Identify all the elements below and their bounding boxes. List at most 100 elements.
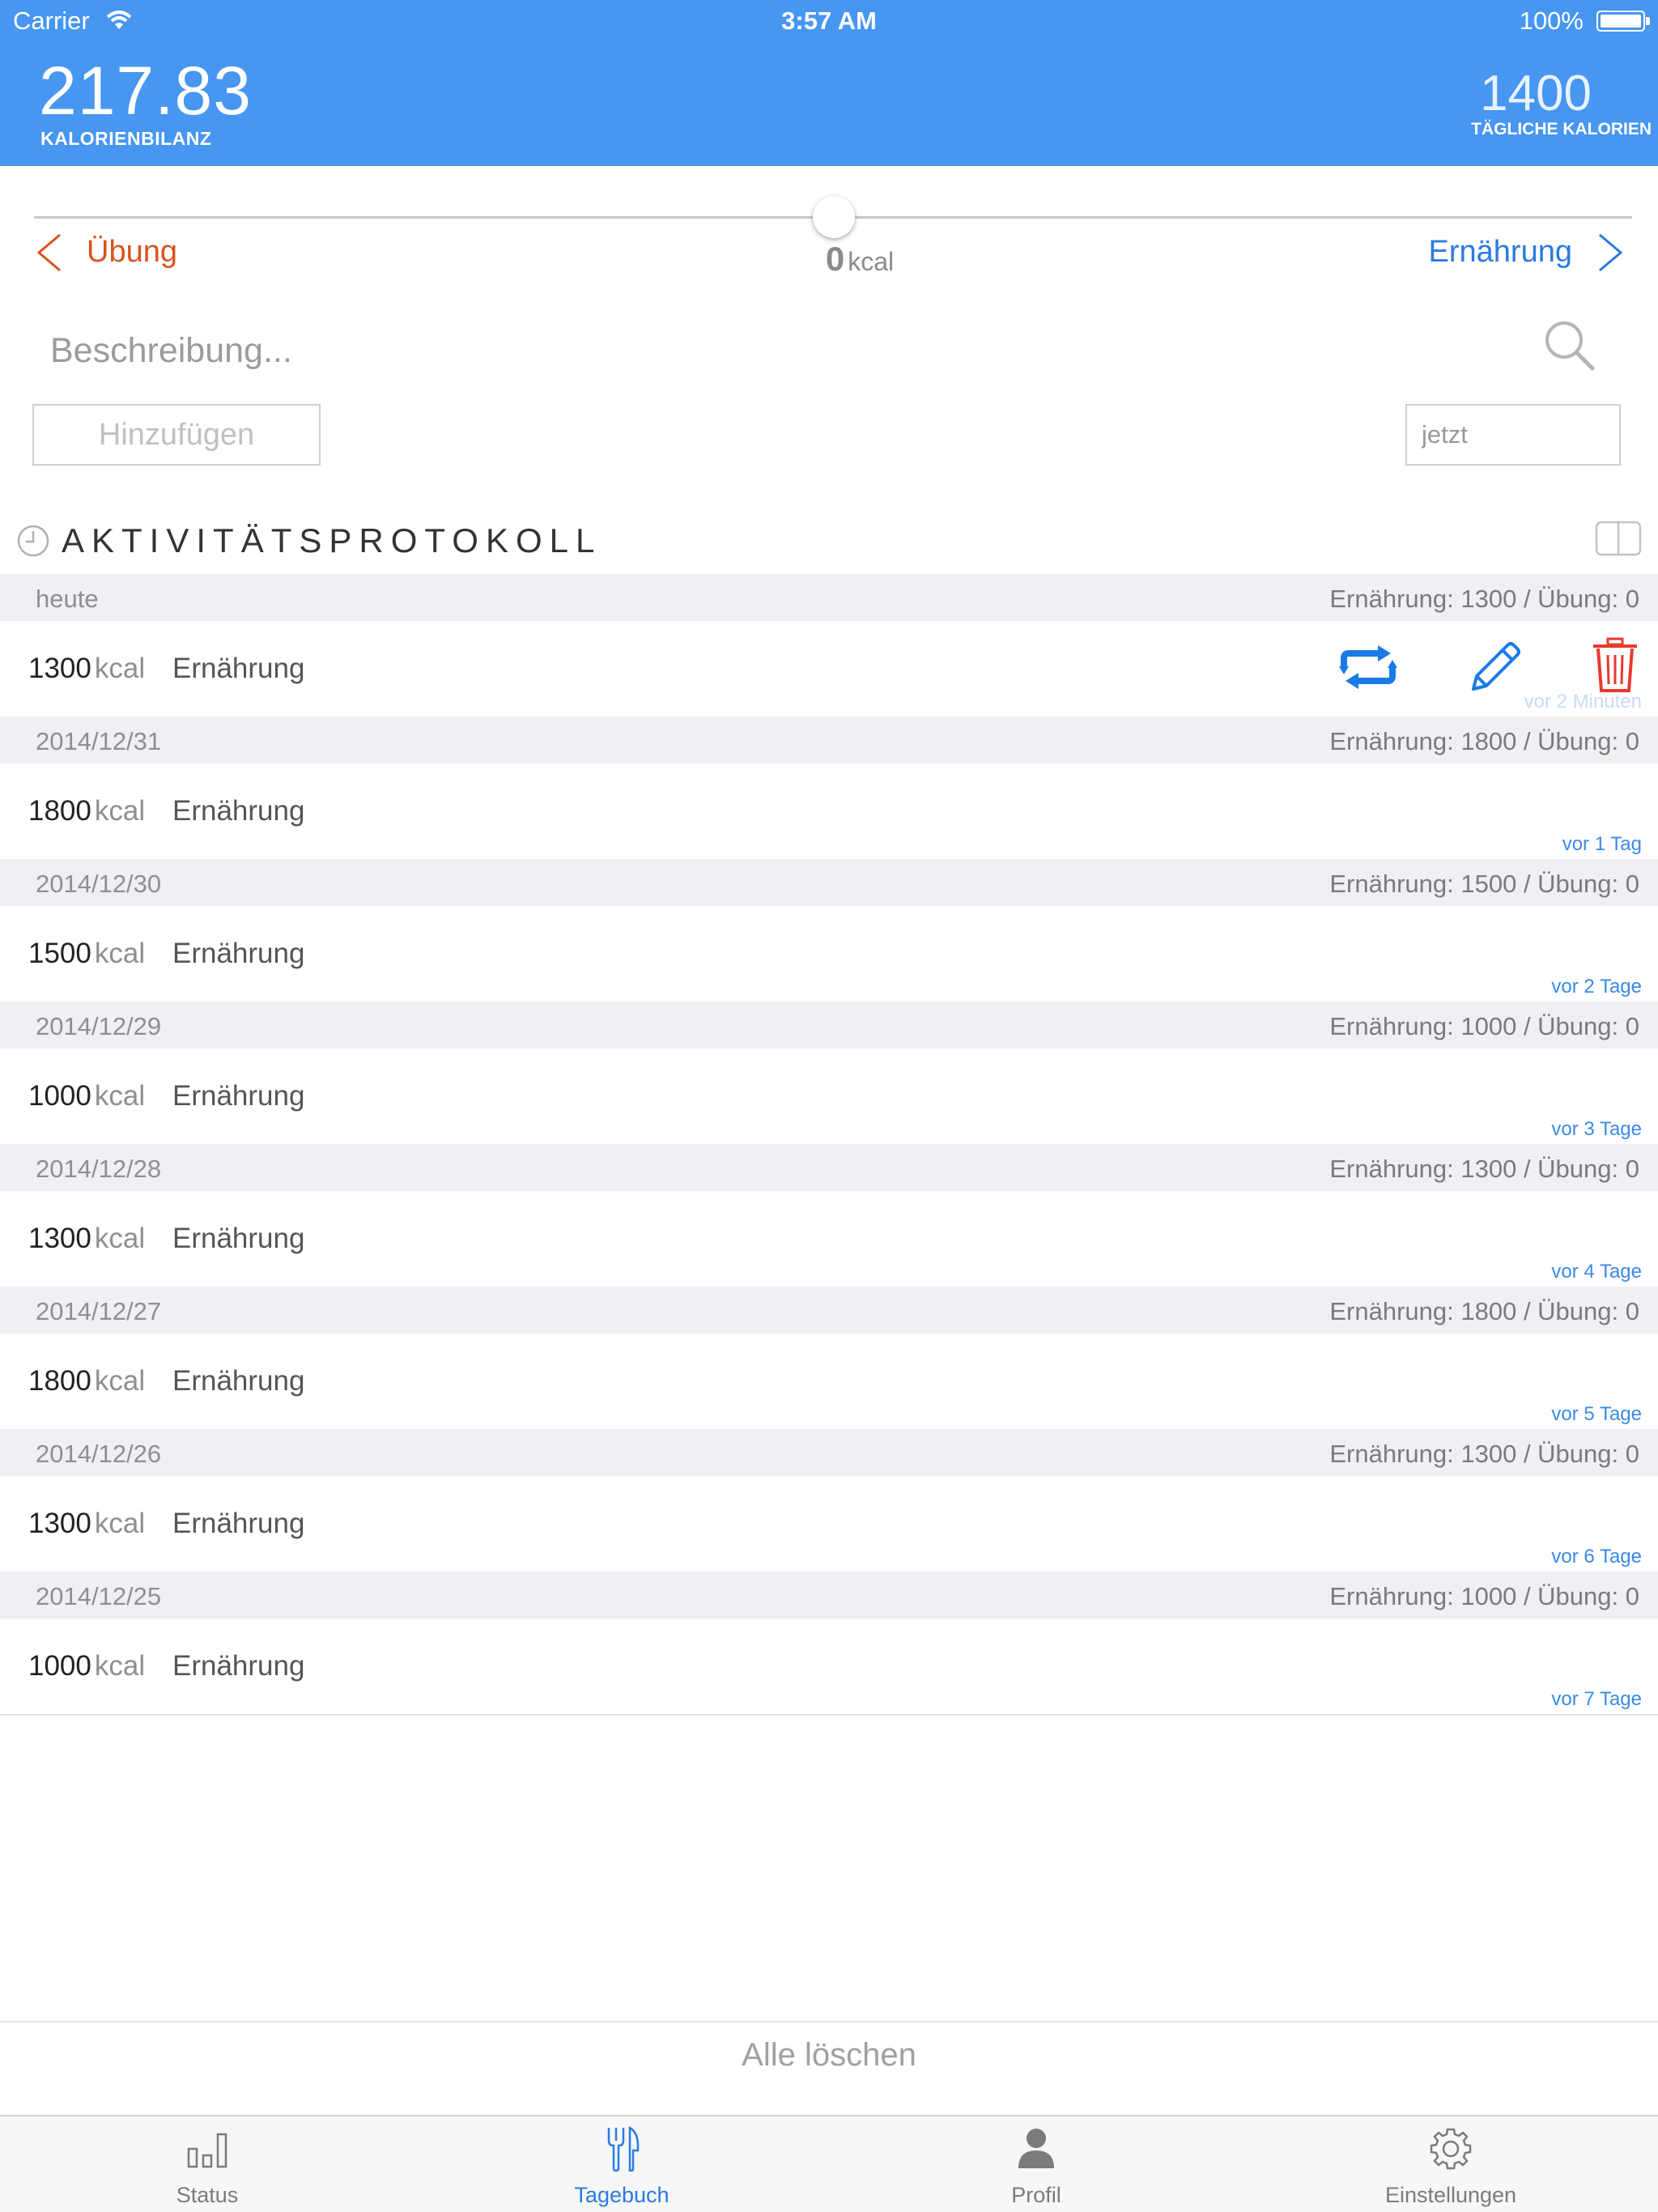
entry-kcal-value: 1800 <box>28 795 91 827</box>
entry-type: Ernährung <box>172 653 305 684</box>
day-summary: Ernährung: 1300 / Übung: 0 <box>1329 1440 1639 1468</box>
entry-kcal-unit: kcal <box>94 1080 146 1112</box>
person-icon <box>829 2126 1244 2173</box>
kcal-unit: kcal <box>848 247 895 276</box>
daily-calories-value[interactable]: 1400 <box>1480 65 1592 122</box>
day-summary: Ernährung: 1000 / Übung: 0 <box>1329 1012 1639 1040</box>
entry-kcal-unit: kcal <box>94 1365 146 1397</box>
entry-kcal-value: 1000 <box>28 1080 91 1112</box>
entry-kcal: 1300 kcal <box>28 1223 145 1255</box>
tab-bar: Status Tagebuch Profil Einstellungen <box>0 2115 1658 2212</box>
tab-label: Profil <box>1011 2183 1061 2207</box>
entry-kcal: 1800 kcal <box>28 795 145 827</box>
log-entry-row[interactable]: 1000 kcal Ernährung vor 3 Tage <box>0 1049 1658 1144</box>
activity-list: heute Ernährung: 1300 / Übung: 0 1300 kca… <box>0 574 1658 1716</box>
battery-icon <box>1596 11 1645 32</box>
entry-kcal: 1500 kcal <box>28 938 145 970</box>
log-entry-row[interactable]: 1300 kcal Ernährung vor 2 Minuten <box>0 621 1658 717</box>
kcal-slider-thumb[interactable] <box>813 196 855 238</box>
entry-kcal-value: 1300 <box>28 653 91 684</box>
day-date: 2014/12/25 <box>36 1582 162 1610</box>
entry-time-ago: vor 1 Tag <box>1562 833 1642 855</box>
day-date: 2014/12/29 <box>36 1012 162 1040</box>
tab-diary[interactable]: Tagebuch <box>414 2116 829 2212</box>
entry-type: Ernährung <box>172 938 305 969</box>
tab-status[interactable]: Status <box>0 2116 414 2212</box>
entry-kcal-unit: kcal <box>94 1223 146 1254</box>
entry-kcal-value: 1500 <box>28 938 91 969</box>
calorie-balance-value: 217.83 <box>39 53 252 129</box>
day-header: 2014/12/29 Ernährung: 1000 / Übung: 0 <box>0 1002 1658 1049</box>
entry-kcal-unit: kcal <box>94 1508 146 1539</box>
entry-type: Ernährung <box>172 1650 305 1682</box>
clock-icon <box>16 524 50 562</box>
log-entry-row[interactable]: 1800 kcal Ernährung vor 5 Tage <box>0 1334 1658 1429</box>
tab-settings[interactable]: Einstellungen <box>1244 2116 1658 2212</box>
day-summary: Ernährung: 1300 / Übung: 0 <box>1329 1155 1639 1183</box>
entry-time-ago: vor 2 Tage <box>1551 976 1642 998</box>
day-summary: Ernährung: 1800 / Übung: 0 <box>1329 727 1639 755</box>
activity-log-title: AKTIVITÄTSPROTOKOLL <box>62 521 602 559</box>
tab-label: Einstellungen <box>1384 2183 1517 2207</box>
chevron-right-icon[interactable] <box>1595 232 1627 278</box>
entry-type: Ernährung <box>172 1508 305 1539</box>
bar-chart-icon <box>0 2126 414 2173</box>
nutrition-mode-button[interactable]: Ernährung <box>1429 235 1572 270</box>
day-header: 2014/12/28 Ernährung: 1300 / Übung: 0 <box>0 1144 1658 1191</box>
search-icon[interactable] <box>1543 319 1596 376</box>
tab-profile[interactable]: Profil <box>829 2116 1244 2212</box>
day-date: 2014/12/28 <box>36 1155 162 1183</box>
entry-time-ago: vor 3 Tage <box>1551 1118 1642 1140</box>
day-date: 2014/12/31 <box>36 727 162 755</box>
day-date: 2014/12/27 <box>36 1297 162 1325</box>
delete-trash-icon[interactable] <box>1592 637 1639 698</box>
log-entry-row[interactable]: 1300 kcal Ernährung vor 4 Tage <box>0 1191 1658 1287</box>
time-input[interactable] <box>1405 404 1621 466</box>
tab-label: Status <box>176 2183 239 2207</box>
day-header: 2014/12/26 Ernährung: 1300 / Übung: 0 <box>0 1429 1658 1476</box>
day-date: 2014/12/26 <box>36 1440 162 1468</box>
divider <box>0 2021 1658 2023</box>
entry-kcal-unit: kcal <box>94 1650 146 1682</box>
entry-time-ago: vor 7 Tage <box>1551 1688 1642 1710</box>
gear-icon <box>1244 2126 1658 2173</box>
log-entry-row[interactable]: 1000 kcal Ernährung vor 7 Tage <box>0 1619 1658 1714</box>
entry-time-ago: vor 5 Tage <box>1551 1403 1642 1425</box>
entry-kcal: 1000 kcal <box>28 1080 145 1112</box>
log-entry-row[interactable]: 1500 kcal Ernährung vor 2 Tage <box>0 906 1658 1002</box>
repeat-icon[interactable] <box>1339 645 1397 693</box>
entry-time-ago: vor 2 Minuten <box>1524 691 1642 713</box>
entry-kcal: 1000 kcal <box>28 1650 145 1682</box>
status-time: 3:57 AM <box>781 6 877 35</box>
split-view-icon[interactable] <box>1595 521 1642 560</box>
entry-kcal-value: 1800 <box>28 1365 91 1397</box>
log-entry-row[interactable]: 1300 kcal Ernährung vor 6 Tage <box>0 1476 1658 1572</box>
day-summary: Ernährung: 1000 / Übung: 0 <box>1329 1582 1639 1610</box>
description-input[interactable] <box>49 317 1509 384</box>
clear-all-button[interactable]: Alle löschen <box>0 2036 1658 2074</box>
entry-kcal-unit: kcal <box>94 938 146 969</box>
day-summary: Ernährung: 1300 / Übung: 0 <box>1329 585 1639 613</box>
entry-kcal: 1300 kcal <box>28 1508 145 1540</box>
battery-percent: 100% <box>1519 6 1584 35</box>
battery-nub <box>1646 17 1650 25</box>
entry-type: Ernährung <box>172 1223 305 1254</box>
day-header: 2014/12/31 Ernährung: 1800 / Übung: 0 <box>0 717 1658 764</box>
day-header: 2014/12/25 Ernährung: 1000 / Übung: 0 <box>0 1572 1658 1619</box>
entry-time-ago: vor 4 Tage <box>1551 1261 1642 1283</box>
edit-pencil-icon[interactable] <box>1465 639 1524 701</box>
entry-kcal-unit: kcal <box>94 795 146 827</box>
status-bar: Carrier 3:57 AM 100% <box>0 0 1658 45</box>
entry-kcal-value: 1300 <box>28 1223 91 1254</box>
entry-kcal: 1300 kcal <box>28 653 145 685</box>
log-entry-row[interactable]: 1800 kcal Ernährung vor 1 Tag <box>0 764 1658 859</box>
entry-kcal: 1800 kcal <box>28 1365 145 1397</box>
add-button[interactable]: Hinzufügen <box>32 404 321 466</box>
entry-kcal-value: 1300 <box>28 1508 91 1539</box>
entry-kcal-unit: kcal <box>94 653 146 684</box>
day-summary: Ernährung: 1500 / Übung: 0 <box>1329 870 1639 898</box>
entry-kcal-value: 1000 <box>28 1650 91 1682</box>
day-header: heute Ernährung: 1300 / Übung: 0 <box>0 574 1658 621</box>
day-date: heute <box>36 585 99 613</box>
entry-type: Ernährung <box>172 1080 305 1112</box>
